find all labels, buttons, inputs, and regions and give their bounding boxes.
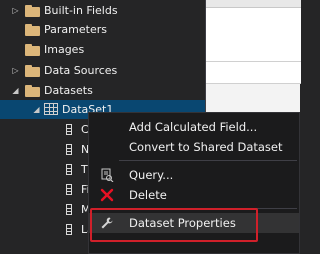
chevron-down-icon[interactable]: ◢ — [11, 86, 20, 95]
tree-item-built-in-fields[interactable]: ▷ Built-in Fields — [0, 1, 205, 20]
field-icon — [66, 204, 72, 215]
chevron-down-icon[interactable]: ◢ — [32, 105, 41, 114]
folder-icon — [25, 44, 41, 56]
delete-x-icon — [99, 187, 115, 203]
tree-item-label: Built-in Fields — [44, 4, 118, 17]
query-icon — [99, 167, 115, 183]
annotation-highlight-box — [90, 208, 258, 242]
chevron-right-icon[interactable]: ▷ — [11, 6, 20, 15]
menu-item-add-calculated-field[interactable]: Add Calculated Field... — [89, 117, 299, 137]
tree-item-data-sources[interactable]: ▷ Data Sources — [0, 61, 205, 80]
folder-icon — [25, 24, 41, 36]
chevron-right-icon[interactable]: ▷ — [11, 66, 20, 75]
tree-item-images[interactable]: Images — [0, 40, 205, 59]
menu-item-label: Add Calculated Field... — [129, 120, 258, 134]
menu-item-label: Convert to Shared Dataset — [129, 140, 283, 154]
folder-icon — [25, 65, 41, 77]
tree-item-label: Images — [44, 43, 85, 56]
menu-item-delete[interactable]: Delete — [89, 185, 299, 205]
field-icon — [66, 144, 72, 155]
tree-item-parameters[interactable]: Parameters — [0, 20, 205, 39]
field-icon — [66, 224, 72, 235]
menu-item-label: Delete — [129, 188, 167, 202]
design-surface-panel — [206, 8, 301, 62]
menu-item-query[interactable]: Query... — [89, 165, 299, 185]
field-icon — [66, 124, 72, 135]
menu-item-convert-to-shared-dataset[interactable]: Convert to Shared Dataset — [89, 137, 299, 157]
menu-item-label: Query... — [129, 168, 174, 182]
field-icon — [66, 184, 72, 195]
tree-item-datasets[interactable]: ◢ Datasets — [0, 81, 205, 100]
tree-item-label: Datasets — [44, 84, 93, 97]
menu-separator — [119, 160, 297, 161]
design-surface-header — [206, 0, 301, 8]
folder-icon — [25, 5, 41, 17]
field-icon — [66, 164, 72, 175]
tree-item-label: Parameters — [44, 23, 107, 36]
design-surface-panel — [206, 62, 301, 84]
folder-icon — [25, 85, 41, 97]
dataset-table-icon — [44, 103, 58, 115]
tree-item-label: Data Sources — [44, 64, 118, 77]
